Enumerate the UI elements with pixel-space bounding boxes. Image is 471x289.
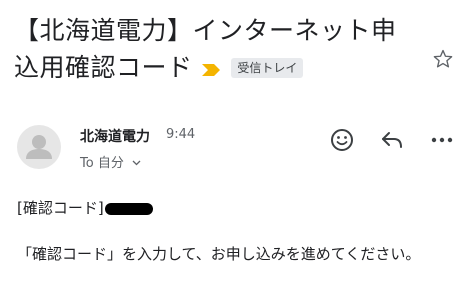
person-silhouette-icon	[26, 135, 52, 159]
important-marker-icon[interactable]	[201, 49, 223, 86]
recipient-name: 自分	[97, 156, 124, 171]
sender-name[interactable]: 北海道電力	[80, 126, 150, 146]
chevron-down-icon	[132, 155, 141, 170]
recipient-prefix: To	[80, 156, 94, 171]
body-paragraph: 「確認コード」を入力して、お申し込みを進めてください。	[17, 245, 421, 263]
body-code-line: [確認コード]	[17, 197, 153, 218]
redacted-code	[104, 203, 153, 215]
avatar[interactable]	[17, 125, 61, 169]
code-label: [確認コード]	[17, 199, 104, 217]
add-emoji-icon[interactable]	[329, 127, 355, 153]
more-horizontal-icon[interactable]	[429, 127, 455, 153]
sent-time: 9:44	[166, 127, 196, 142]
star-icon[interactable]	[432, 48, 454, 70]
inbox-label-chip[interactable]: 受信トレイ	[231, 58, 304, 78]
email-subject: 【北海道電力】インターネット申込用確認コード 受信トレイ	[14, 12, 414, 86]
recipient-details-toggle[interactable]: To 自分	[80, 152, 141, 171]
reply-arrow-icon[interactable]	[379, 127, 405, 153]
